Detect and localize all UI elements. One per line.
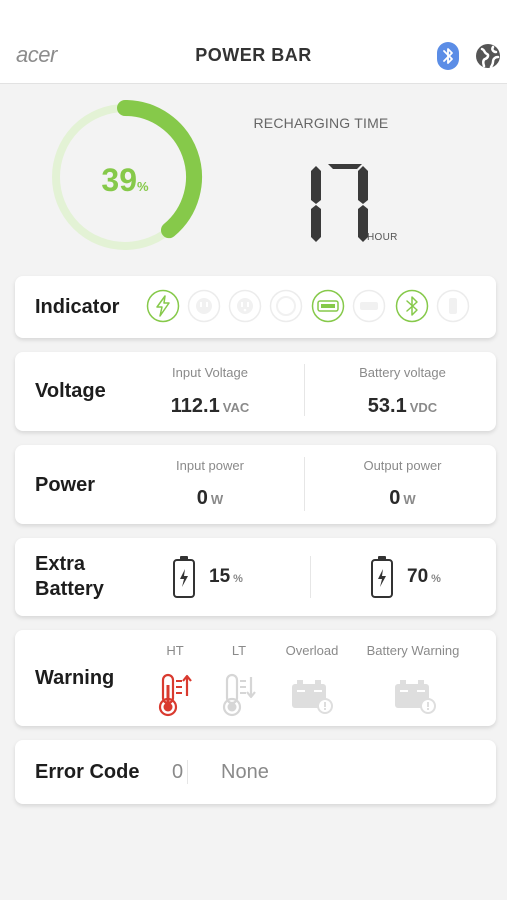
- error-code-value: 0: [172, 761, 184, 783]
- error-code-card: Error Code 0 None: [15, 740, 496, 804]
- extra-battery-label-line2: Battery: [35, 578, 104, 600]
- output-power-number: 0: [389, 487, 401, 509]
- warning-ht-label: HT: [166, 643, 184, 658]
- battery-1-value: 15%: [209, 566, 243, 588]
- usb-c-icon: [269, 289, 303, 323]
- recharging-time-unit: HOUR: [367, 232, 398, 243]
- usb-a-icon: [311, 289, 345, 323]
- input-voltage-number: 112.1: [170, 395, 220, 417]
- battery-voltage-number: 53.1: [367, 395, 407, 417]
- voltage-label: Voltage: [35, 380, 106, 402]
- lightning-icon: [146, 289, 180, 323]
- output-power-label: Output power: [363, 458, 442, 473]
- battery-percent-unit: %: [137, 179, 149, 194]
- extra-battery-divider: [310, 556, 311, 598]
- extra-battery-label-line1: Extra: [35, 553, 86, 575]
- input-voltage-label: Input Voltage: [172, 365, 248, 380]
- extra-battery-label: Extra Battery: [35, 552, 104, 602]
- bluetooth-icon[interactable]: [437, 42, 459, 70]
- ac-outlet-icon: [187, 289, 221, 323]
- warning-card: Warning HT LT Overload Battery Warning: [15, 630, 496, 726]
- error-code-text: None: [221, 761, 269, 783]
- warning-overload-label: Overload: [285, 643, 339, 658]
- battery-warning-icon: [395, 680, 436, 714]
- app-header: acer POWER BAR: [0, 0, 507, 84]
- battery-indicator-icon: [436, 289, 470, 323]
- warning-battery-label: Battery Warning: [366, 643, 460, 658]
- recharging-time-value: 17: [296, 163, 314, 167]
- input-power-number: 0: [196, 487, 208, 509]
- error-code-label: Error Code: [35, 761, 140, 783]
- output-power-value: 0W: [340, 487, 465, 510]
- page-title: POWER BAR: [195, 45, 312, 65]
- ac-outlet-icon-2: [228, 289, 262, 323]
- battery-percent: 39%: [46, 162, 204, 199]
- power-divider: [304, 457, 305, 511]
- overload-icon: [292, 680, 333, 714]
- battery-voltage-label: Battery voltage: [359, 365, 446, 380]
- dc-icon: [352, 289, 386, 323]
- battery-2-value: 70%: [407, 566, 441, 588]
- low-temperature-icon: [222, 673, 256, 717]
- battery-1-unit: %: [233, 573, 243, 585]
- power-card: Power Input power 0W Output power 0W: [15, 445, 496, 524]
- input-power-value: 0W: [150, 487, 270, 510]
- battery-2-number: 70: [407, 566, 429, 587]
- indicator-label: Indicator: [35, 296, 120, 318]
- extra-battery-card: Extra Battery 15% 70%: [15, 538, 496, 616]
- bluetooth-indicator-icon: [395, 289, 429, 323]
- battery-percent-value: 39: [101, 162, 138, 198]
- input-power-unit: W: [210, 492, 224, 507]
- input-voltage-value: 112.1 VAC: [150, 395, 270, 418]
- globe-icon[interactable]: [474, 42, 502, 70]
- voltage-card: Voltage Input Voltage 112.1 VAC Battery v…: [15, 352, 496, 431]
- battery-1-number: 15: [209, 566, 231, 587]
- warning-lt-label: LT: [231, 643, 247, 658]
- high-temperature-icon: [158, 673, 192, 717]
- voltage-divider: [304, 364, 305, 416]
- battery-voltage-value: 53.1 VDC: [340, 395, 465, 418]
- battery-2-unit: %: [431, 573, 441, 585]
- recharging-time-display: 17: [296, 163, 368, 242]
- output-power-unit: W: [403, 492, 416, 507]
- battery-1-icon: [173, 556, 195, 598]
- indicator-card: Indicator: [15, 276, 496, 338]
- input-power-label: Input power: [176, 458, 244, 473]
- input-voltage-unit: VAC: [222, 400, 250, 415]
- recharging-time-label: RECHARGING TIME: [253, 115, 389, 131]
- power-label: Power: [35, 474, 96, 496]
- battery-voltage-unit: VDC: [409, 400, 438, 415]
- error-code-divider: [187, 760, 188, 784]
- warning-label: Warning: [35, 667, 115, 689]
- battery-2-icon: [371, 556, 393, 598]
